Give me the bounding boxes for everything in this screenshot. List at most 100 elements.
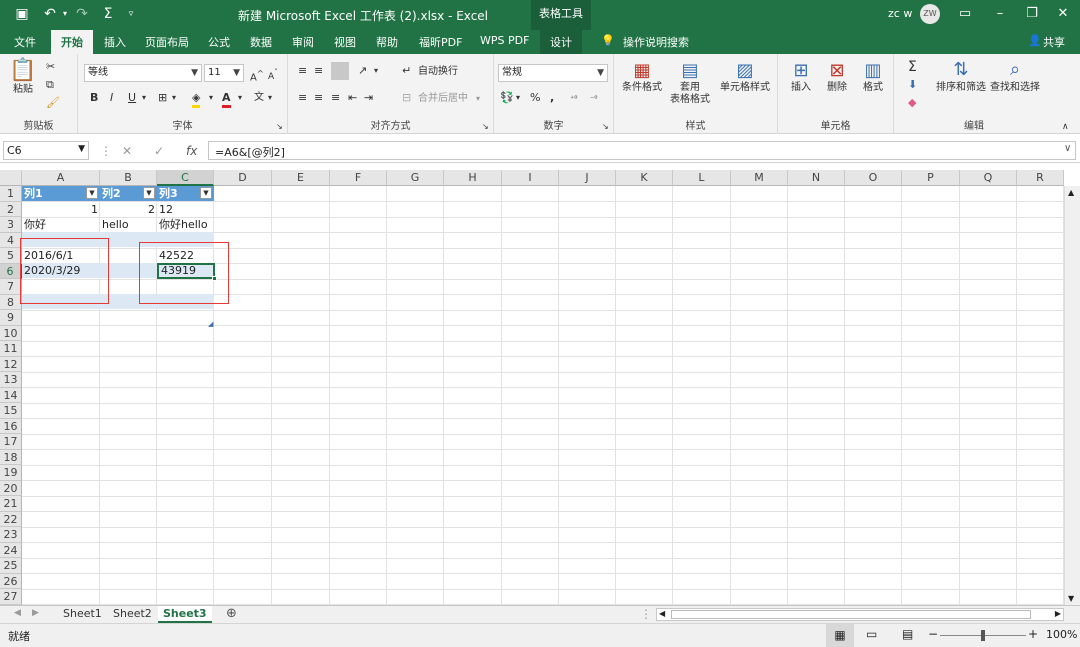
row-header[interactable]: 3 — [0, 217, 22, 233]
sheet-tab-1[interactable]: Sheet1 — [58, 606, 107, 623]
ribbon-display-icon[interactable]: ▭ — [950, 4, 980, 24]
tab-wps-pdf[interactable]: WPS PDF — [480, 34, 529, 47]
enter-icon[interactable]: ✓ — [154, 144, 164, 158]
align-left-icon[interactable]: ≡ — [298, 91, 307, 105]
cell-c2[interactable]: 12 — [157, 202, 214, 217]
row-header[interactable]: 17 — [0, 434, 22, 450]
user-name[interactable]: zc w — [888, 7, 912, 20]
row-header[interactable]: 2 — [0, 201, 22, 217]
col-header[interactable]: J — [559, 170, 616, 186]
col-header[interactable]: B — [100, 170, 157, 186]
row-header[interactable]: 14 — [0, 387, 22, 403]
filter-dropdown-icon[interactable]: ▼ — [86, 187, 98, 199]
row-header[interactable]: 9 — [0, 310, 22, 326]
tab-file[interactable]: 文件 — [14, 34, 36, 50]
tab-home[interactable]: 开始 — [51, 30, 93, 54]
tab-help[interactable]: 帮助 — [376, 34, 398, 50]
scroll-right-icon[interactable]: ▶ — [1055, 609, 1061, 618]
row-header[interactable]: 18 — [0, 449, 22, 465]
chevron-down-icon[interactable]: ▾ — [172, 91, 176, 105]
row-header[interactable]: 7 — [0, 279, 22, 295]
decrease-indent-icon[interactable]: ⇤ — [348, 91, 357, 105]
align-bottom-icon[interactable] — [331, 62, 349, 80]
find-select-button[interactable]: ⌕ 查找和选择 — [988, 58, 1042, 94]
cell-a3[interactable]: 你好 — [22, 217, 48, 232]
fill-color-icon[interactable]: ◈ — [192, 91, 201, 108]
increase-font-icon[interactable]: A^ — [250, 66, 264, 85]
fill-icon[interactable]: ⬇ — [908, 78, 917, 92]
paste-button[interactable]: 📋 粘贴 — [8, 58, 38, 96]
dialog-launcher-icon[interactable]: ↘ — [482, 120, 489, 134]
chevron-down-icon[interactable]: ▾ — [374, 64, 378, 78]
row-header[interactable]: 12 — [0, 356, 22, 372]
formula-input[interactable]: =A6&[@列2] — [208, 141, 1076, 160]
scroll-thumb[interactable] — [671, 610, 1031, 619]
scroll-down-icon[interactable]: ▼ — [1068, 594, 1074, 603]
cell-b2[interactable]: 2 — [100, 202, 157, 217]
expand-formula-icon[interactable]: ∨ — [1064, 143, 1071, 154]
cell-c3[interactable]: 你好hello — [157, 217, 210, 232]
chevron-down-icon[interactable]: ▾ — [268, 91, 272, 105]
align-right-icon[interactable]: ≡ — [331, 91, 340, 105]
align-middle-icon[interactable]: ≡ — [314, 64, 323, 78]
chevron-down-icon[interactable]: ▾ — [142, 91, 146, 105]
number-format-select[interactable]: 常规 ▼ — [498, 64, 608, 82]
border-icon[interactable]: ⊞ — [158, 91, 167, 105]
insert-function-icon[interactable]: fx — [186, 144, 197, 158]
name-box[interactable]: C6 ▼ — [3, 141, 89, 160]
tab-formulas[interactable]: 公式 — [208, 34, 230, 50]
format-painter-icon[interactable]: 🖌 — [46, 96, 60, 110]
save-icon[interactable]: ▣ — [12, 5, 32, 23]
autosum-icon[interactable]: Σ — [98, 5, 118, 23]
decrease-decimal-icon[interactable]: ⁻⁰ — [590, 92, 597, 106]
font-color-icon[interactable]: A — [222, 91, 231, 108]
collapse-ribbon-icon[interactable]: ∧ — [1062, 120, 1069, 134]
page-layout-view-icon[interactable]: ▭ — [866, 627, 877, 641]
row-header[interactable]: 11 — [0, 341, 22, 357]
decrease-font-icon[interactable]: Aˇ — [268, 66, 278, 84]
dialog-launcher-icon[interactable]: ↘ — [276, 120, 283, 134]
sheet-tab-3[interactable]: Sheet3 — [158, 606, 212, 623]
autosum-icon[interactable]: Σ — [908, 60, 917, 74]
increase-indent-icon[interactable]: ⇥ — [364, 91, 373, 105]
dialog-launcher-icon[interactable]: ↘ — [602, 120, 609, 134]
chevron-down-icon[interactable]: ▾ — [209, 91, 213, 105]
chevron-down-icon[interactable]: ▾ — [516, 91, 520, 105]
tab-review[interactable]: 审阅 — [292, 34, 314, 50]
scroll-up-icon[interactable]: ▲ — [1068, 188, 1074, 197]
row-header[interactable]: 24 — [0, 542, 22, 558]
zoom-out-icon[interactable]: − — [928, 627, 938, 641]
row-header[interactable]: 25 — [0, 558, 22, 574]
wrap-text-button[interactable]: 自动换行 — [418, 65, 458, 79]
col-header[interactable]: O — [845, 170, 902, 186]
col-header[interactable]: I — [502, 170, 559, 186]
minimize-icon[interactable]: – — [985, 4, 1015, 24]
avatar[interactable]: ZW — [920, 4, 940, 24]
row-header[interactable]: 10 — [0, 325, 22, 341]
share-icon[interactable]: 👤 — [1028, 34, 1042, 47]
format-cells-button[interactable]: ▥ 格式 — [856, 60, 890, 94]
zoom-in-icon[interactable]: + — [1028, 627, 1038, 641]
col-header[interactable]: M — [731, 170, 788, 186]
cancel-icon[interactable]: ✕ — [122, 144, 132, 158]
font-size-select[interactable]: 11 ▼ — [204, 64, 244, 82]
tab-foxit-pdf[interactable]: 福昕PDF — [419, 34, 462, 50]
underline-button[interactable]: U — [128, 91, 136, 105]
row-header[interactable]: 22 — [0, 511, 22, 527]
maximize-icon[interactable]: ❐ — [1017, 4, 1047, 24]
font-name-select[interactable]: 等线 ▼ — [84, 64, 202, 82]
wrap-text-icon[interactable]: ↵ — [402, 64, 411, 78]
tell-me-search[interactable]: 操作说明搜索 — [623, 34, 689, 50]
select-all-corner[interactable] — [0, 170, 22, 186]
add-sheet-icon[interactable]: ⊕ — [226, 606, 237, 621]
undo-dropdown-icon[interactable]: ▾ — [60, 5, 70, 23]
row-header[interactable]: 5 — [0, 248, 22, 264]
percent-button[interactable]: % — [530, 91, 540, 105]
col-header[interactable]: G — [387, 170, 444, 186]
col-header[interactable]: P — [902, 170, 960, 186]
row-header[interactable]: 13 — [0, 372, 22, 388]
col-header[interactable]: E — [272, 170, 330, 186]
filter-dropdown-icon[interactable]: ▼ — [200, 187, 212, 199]
phonetic-icon[interactable]: 文 — [254, 91, 264, 105]
col-header[interactable]: H — [444, 170, 502, 186]
